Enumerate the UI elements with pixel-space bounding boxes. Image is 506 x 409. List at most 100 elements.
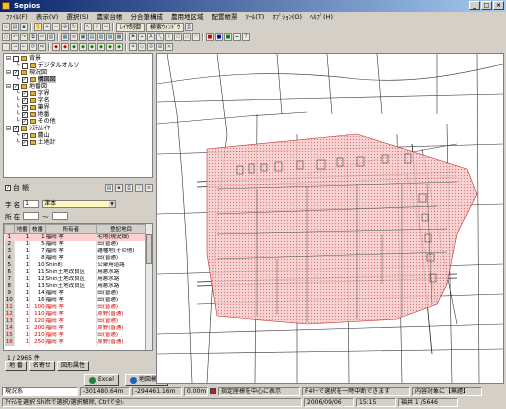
tree-item[interactable]: ⊟ ✓ 現況図 (6, 69, 150, 76)
menu-farmland-zone[interactable]: 農用地区域 (167, 12, 208, 22)
tree-item[interactable]: ⊟ 背景 (6, 55, 150, 62)
select-arrow-icon[interactable]: ↖ (84, 23, 92, 31)
node-green-icon[interactable]: ◆ (97, 43, 105, 51)
filter-icon[interactable]: ▽ (135, 184, 143, 192)
layer-checkbox[interactable]: ✓ (21, 111, 28, 118)
layer-checkbox[interactable] (13, 55, 20, 62)
layer-checkbox[interactable]: ✓ (13, 69, 20, 76)
arrow-right-icon[interactable]: → (11, 43, 19, 51)
attribute-icon[interactable]: ▣ (79, 33, 87, 41)
disk-icon[interactable]: ▪ (115, 184, 123, 192)
col-header-chiban[interactable]: 地番 (13, 224, 31, 234)
zoom-in-icon[interactable]: + (43, 23, 51, 31)
tree-item[interactable]: └ ✓ 農山 (6, 132, 150, 139)
shape-attr-button[interactable]: 図形属性 (56, 361, 89, 371)
menu-select[interactable]: 選択(S) (62, 12, 92, 22)
mirror-icon[interactable]: ⇋ (38, 43, 46, 51)
minimize-button[interactable]: _ (469, 1, 480, 10)
layer-icon[interactable]: ≡ (70, 33, 78, 41)
polyline-icon[interactable]: ⌇ (165, 33, 173, 41)
print-icon[interactable]: ⎙ (125, 184, 133, 192)
table-row[interactable]: 2 1 5 福岡 孝田(普通) (4, 240, 146, 248)
col-header-chimoku[interactable]: 登記地目 (96, 224, 146, 234)
delete-icon[interactable]: ✕ (165, 43, 173, 51)
point-icon[interactable]: · (2, 43, 10, 51)
save-icon[interactable]: ▪ (20, 23, 28, 31)
menu-report[interactable]: 配置帳票 (208, 12, 242, 22)
excel-button[interactable]: Excel (84, 374, 119, 386)
copy-icon[interactable]: ⧉ (29, 33, 37, 41)
chart-icon[interactable]: ▩ (115, 33, 123, 41)
color-blue-icon[interactable]: ■ (215, 33, 223, 41)
table-row[interactable]: 3 1 7 福岡 孝雑種地(その他) (4, 247, 146, 255)
table-row[interactable]: 13 1 120 福岡 孝田(普通) (4, 317, 146, 325)
table-row[interactable]: 6 1 11 Shin土地改良区 用悪水路 (4, 268, 146, 276)
menu-parcel-split[interactable]: 分合筆構成 (127, 12, 168, 22)
pin-icon[interactable]: ⌖ (138, 33, 146, 41)
table-row[interactable]: 11 1 100 福岡 孝田(普通) (4, 303, 146, 311)
aza-code-field[interactable]: 1 (23, 200, 40, 208)
refresh-icon[interactable]: ↻ (70, 23, 78, 31)
layer-checkbox[interactable]: ✓ (21, 104, 28, 111)
menu-tools[interactable]: ﾂｰﾙ(T) (242, 12, 269, 22)
layer-checkbox[interactable]: ✓ (21, 76, 28, 83)
vertex-icon[interactable]: ◇ (138, 43, 146, 51)
col-header-owner[interactable]: 所有者 (44, 224, 98, 234)
zoom-out-icon[interactable]: − (52, 23, 60, 31)
snap-icon[interactable]: ⌗ (129, 43, 137, 51)
nayose-button[interactable]: 名寄せ (28, 361, 55, 371)
layer-checkbox[interactable]: ✓ (21, 90, 28, 97)
col-header-rownum[interactable] (4, 224, 15, 234)
table-row[interactable]: 14 1 200 福岡 孝原野(普通) (4, 324, 146, 332)
map-canvas[interactable] (157, 54, 503, 383)
info-icon[interactable]: i (93, 23, 101, 31)
menu-file[interactable]: ﾌｧｲﾙ(F) (2, 12, 32, 22)
node-green-icon[interactable]: ◆ (106, 43, 114, 51)
maximize-button[interactable]: □ (481, 1, 492, 10)
table-row[interactable]: 12 1 110 福岡 孝原野(普通) (4, 310, 146, 318)
tree-item[interactable]: └ デジタルオルソ (6, 62, 150, 69)
tree-item[interactable]: ⊟ ✓ 地番図 (6, 83, 150, 90)
table-row[interactable]: 7 1 12 Shin土地改良区 用悪水路 (4, 275, 146, 283)
table-row[interactable]: 8 1 13 Shin土地改良区 用悪水路 (4, 282, 146, 290)
polygon-icon[interactable]: ⬠ (174, 33, 182, 41)
layer-select[interactable]: 現況系 (2, 386, 78, 396)
folder-icon[interactable]: ▤ (105, 184, 113, 192)
expand-icon[interactable]: ⊟ (6, 69, 11, 76)
print-icon[interactable]: ⎙ (185, 23, 194, 31)
split-icon[interactable]: ⊘ (147, 43, 155, 51)
layer-control-button[interactable]: ﾚｲﾔ制御 (116, 22, 146, 32)
merge-icon[interactable]: ⊞ (156, 43, 164, 51)
table-row[interactable]: 15 1 210 福岡 孝田(普通) (4, 331, 146, 339)
layer-checkbox[interactable]: ✓ (21, 97, 28, 104)
width-icon[interactable]: ━ (233, 33, 241, 41)
node-green-icon[interactable]: ◆ (70, 43, 78, 51)
tree-item[interactable]: └ ✓ その他 (6, 118, 150, 125)
shozai-to-field[interactable] (51, 212, 68, 220)
aza-combo[interactable]: 津本 ▼ (42, 200, 117, 208)
col-header-eda[interactable]: 枝番 (29, 224, 46, 234)
circle-icon[interactable]: ○ (2, 33, 10, 41)
tree-item[interactable]: └ ✓ 筆界 (6, 104, 150, 111)
menu-view[interactable]: 表示(V) (32, 12, 63, 22)
table-row[interactable]: 10 1 16 福岡 孝田(普通) (4, 296, 146, 304)
table-row[interactable]: 16 1 250 福岡 孝原野(普通) (4, 338, 146, 346)
arrow-left-icon[interactable]: ← (20, 43, 28, 51)
redo-icon[interactable]: ↷ (20, 33, 28, 41)
expand-icon[interactable]: ⊟ (6, 83, 11, 90)
search-window-button[interactable]: 検索ｳｨﾝﾄﾞｳ (146, 22, 185, 32)
tree-item[interactable]: ⊟ ✓ ｼｽﾃﾑﾚｲﾔ (6, 125, 150, 132)
menu-options[interactable]: ｵﾌﾟｼｮﾝ(O) (268, 12, 306, 22)
node-green-icon[interactable]: ◆ (79, 43, 87, 51)
tree-item[interactable]: └ ✓ 土地計 (6, 139, 150, 146)
scrollbar-thumb[interactable] (146, 234, 152, 264)
tree-item[interactable]: └ ✓ 地番 (6, 111, 150, 118)
table-icon[interactable]: ▤ (88, 33, 96, 41)
ledger-checkbox[interactable]: ✓ (5, 185, 11, 191)
shozai-from-field[interactable] (23, 212, 40, 220)
list-icon[interactable]: ≡ (145, 184, 153, 192)
rotate-icon[interactable]: ⟳ (29, 43, 37, 51)
chiban-button[interactable]: 地 番 (5, 361, 27, 371)
zoom-window-icon[interactable]: ⊕ (61, 23, 69, 31)
paste-icon[interactable]: ▥ (47, 33, 55, 41)
